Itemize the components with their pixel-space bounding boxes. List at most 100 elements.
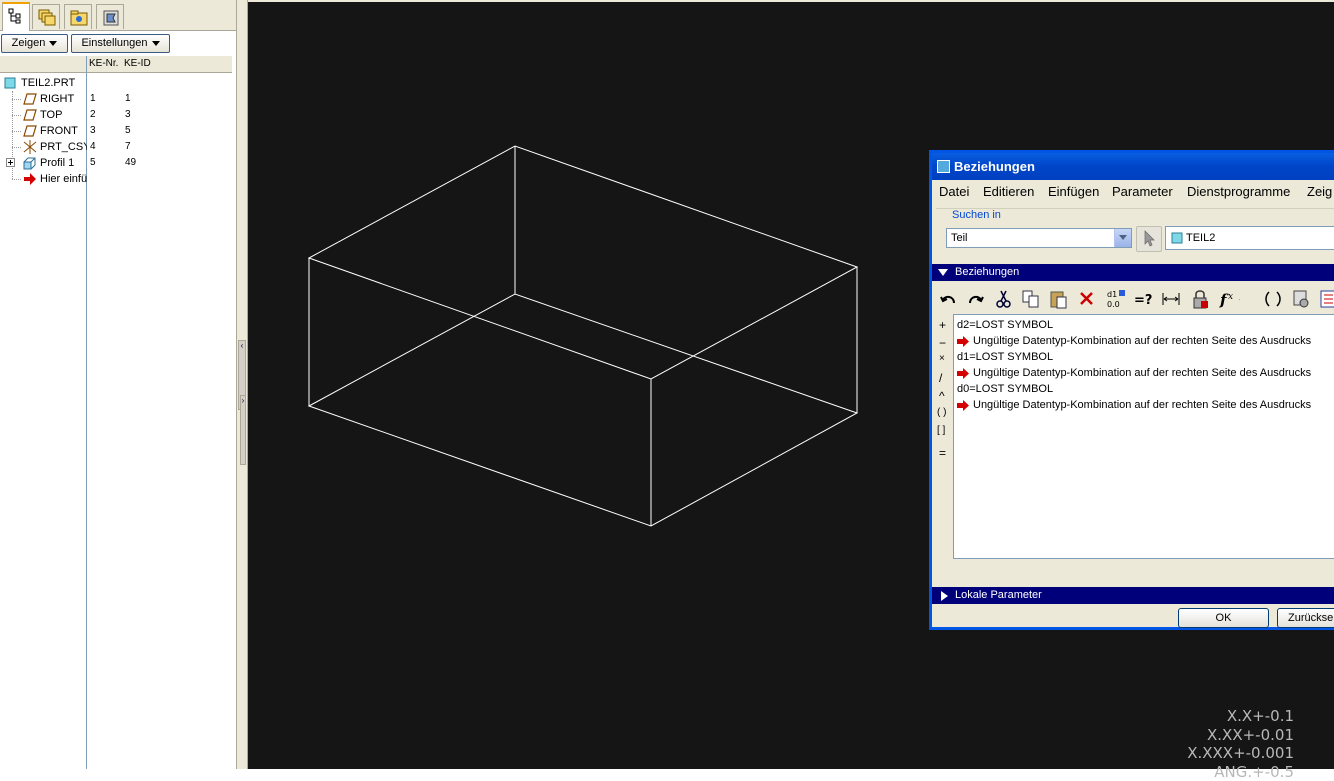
show-dimension-icon[interactable] — [1160, 288, 1182, 310]
select-object-button[interactable] — [1136, 226, 1162, 252]
menu-parameter[interactable]: Parameter — [1112, 181, 1173, 203]
model-tree-tab-icon — [8, 8, 24, 24]
dialog-title-bar[interactable]: Beziehungen — [932, 153, 1334, 180]
folder-browser-tab-icon — [70, 9, 88, 27]
coordinate-system-icon — [22, 140, 38, 154]
menu-dienstprogramme[interactable]: Dienstprogramme — [1187, 181, 1290, 203]
svg-text:d1: d1 — [1107, 290, 1117, 299]
delete-icon[interactable] — [1076, 288, 1098, 310]
tree-row-right[interactable]: RIGHT 1 1 — [0, 91, 232, 107]
sort-icon[interactable] — [1318, 288, 1334, 310]
expand-plus-icon[interactable] — [6, 158, 15, 167]
relation-error-line[interactable]: Ungültige Datentyp-Kombination auf der r… — [957, 365, 1334, 381]
search-type-value: Teil — [951, 229, 968, 247]
tree-row-part[interactable]: TEIL2.PRT — [0, 75, 232, 91]
redo-icon[interactable] — [965, 288, 987, 310]
relation-error-line[interactable]: Ungültige Datentyp-Kombination auf der r… — [957, 397, 1334, 413]
settings-dropdown-button[interactable]: Einstellungen — [71, 34, 170, 53]
tree-row-front[interactable]: FRONT 3 5 — [0, 123, 232, 139]
relations-section-header[interactable]: Beziehungen — [932, 264, 1334, 281]
relations-toolbar: d10.0 =? fx — [932, 285, 1334, 313]
favorites-tab-icon — [102, 9, 120, 27]
cut-icon[interactable] — [993, 288, 1015, 310]
model-tree-panel: Zeigen Einstellungen KE-Nr. KE-ID TEIL2.… — [0, 0, 236, 769]
tree-item-label: RIGHT — [40, 91, 87, 107]
folder-browser-tab[interactable] — [64, 4, 92, 29]
dialog-menu-bar: Datei Editieren Einfügen Parameter Diens… — [932, 181, 1334, 203]
operator-divide[interactable]: / — [939, 371, 942, 385]
relation-line[interactable]: d2=LOST SYMBOL — [957, 317, 1053, 333]
menu-zeigen[interactable]: Zeig — [1307, 181, 1332, 203]
tree-row-insert-here[interactable]: Hier einfü — [0, 171, 232, 187]
panel-splitter[interactable]: ‹ › — [236, 0, 248, 769]
error-arrow-icon — [957, 400, 969, 411]
tolerance-line: ANG.+-0.5 — [1187, 763, 1294, 781]
expand-triangle-icon — [941, 591, 949, 601]
lock-icon[interactable] — [1190, 288, 1212, 310]
menu-editieren[interactable]: Editieren — [983, 181, 1034, 203]
chevron-down-icon[interactable] — [1114, 229, 1131, 247]
layers-tab[interactable] — [32, 4, 60, 29]
chevron-down-icon — [152, 41, 160, 46]
relation-line[interactable]: d0=LOST SYMBOL — [957, 381, 1053, 397]
box-vertical-edges — [309, 146, 857, 526]
show-button-label: Zeigen — [12, 37, 46, 49]
search-in-caption: Suchen in — [950, 209, 1003, 221]
undo-icon[interactable] — [938, 288, 960, 310]
expand-right-handle[interactable]: › — [240, 395, 246, 465]
column-header-ke-nr[interactable]: KE-Nr. — [89, 58, 118, 69]
tree-item-label: TEIL2.PRT — [21, 75, 75, 91]
show-dropdown-button[interactable]: Zeigen — [1, 34, 68, 53]
relation-error-text: Ungültige Datentyp-Kombination auf der r… — [973, 365, 1311, 381]
operator-equals[interactable]: = — [939, 446, 946, 460]
column-header-ke-id[interactable]: KE-ID — [124, 58, 151, 69]
paste-icon[interactable] — [1048, 288, 1070, 310]
search-object-field[interactable]: TEIL2 — [1165, 226, 1334, 250]
search-type-select[interactable]: Teil — [946, 228, 1132, 248]
tolerance-line: X.XXX+-0.001 — [1187, 744, 1294, 763]
svg-text:=?: =? — [1134, 293, 1152, 308]
tolerance-table: X.X+-0.1 X.XX+-0.01 X.XXX+-0.001 ANG.+-0… — [1187, 707, 1294, 781]
evaluate-icon[interactable]: =? — [1132, 288, 1154, 310]
tree-column-header: KE-Nr. KE-ID — [0, 56, 232, 73]
chevron-down-icon — [49, 41, 57, 46]
parentheses-icon[interactable] — [1262, 288, 1284, 310]
operator-multiply[interactable]: × — [939, 353, 945, 364]
relation-error-text: Ungültige Datentyp-Kombination auf der r… — [973, 397, 1311, 413]
error-arrow-icon — [957, 336, 969, 347]
switch-dimensions-icon[interactable]: d10.0 — [1104, 288, 1126, 310]
tree-row-profil[interactable]: Profil 1 5 49 — [0, 155, 232, 171]
operator-brackets[interactable]: [ ] — [937, 425, 945, 436]
tree-item-id: 7 — [125, 139, 131, 155]
extrude-icon — [23, 157, 37, 171]
local-parameters-section-header[interactable]: Lokale Parameter — [932, 587, 1334, 604]
dialog-title: Beziehungen — [954, 153, 1035, 180]
reset-button[interactable]: Zurückse — [1277, 608, 1334, 628]
tolerance-line: X.XX+-0.01 — [1187, 726, 1294, 745]
menu-einfuegen[interactable]: Einfügen — [1048, 181, 1099, 203]
operator-minus[interactable]: − — [939, 336, 946, 350]
tree-row-top[interactable]: TOP 2 3 — [0, 107, 232, 123]
tree-item-id: 1 — [125, 91, 131, 107]
favorites-tab[interactable] — [96, 4, 124, 29]
relations-editor[interactable]: d2=LOST SYMBOL Ungültige Datentyp-Kombin… — [953, 314, 1334, 559]
relation-line[interactable]: d1=LOST SYMBOL — [957, 349, 1053, 365]
tree-item-label: Profil 1 — [40, 155, 87, 171]
relation-error-line[interactable]: Ungültige Datentyp-Kombination auf der r… — [957, 333, 1334, 349]
tree-row-csys[interactable]: PRT_CSY 4 7 — [0, 139, 232, 155]
tree-item-nr: 3 — [90, 123, 96, 139]
verify-icon[interactable] — [1290, 288, 1312, 310]
local-parameters-label: Lokale Parameter — [955, 587, 1042, 604]
operator-power[interactable]: ^ — [939, 389, 945, 403]
operator-plus[interactable]: + — [939, 318, 946, 332]
insert-here-arrow-icon — [24, 173, 36, 185]
ok-button[interactable]: OK — [1178, 608, 1269, 628]
operator-parentheses[interactable]: ( ) — [937, 407, 946, 418]
search-object-value: TEIL2 — [1186, 227, 1215, 249]
error-arrow-icon — [957, 368, 969, 379]
tree-item-nr: 1 — [90, 91, 96, 107]
copy-icon[interactable] — [1020, 288, 1042, 310]
menu-datei[interactable]: Datei — [939, 181, 969, 203]
function-icon[interactable]: fx — [1218, 288, 1240, 310]
model-tree-tab[interactable] — [2, 2, 30, 31]
